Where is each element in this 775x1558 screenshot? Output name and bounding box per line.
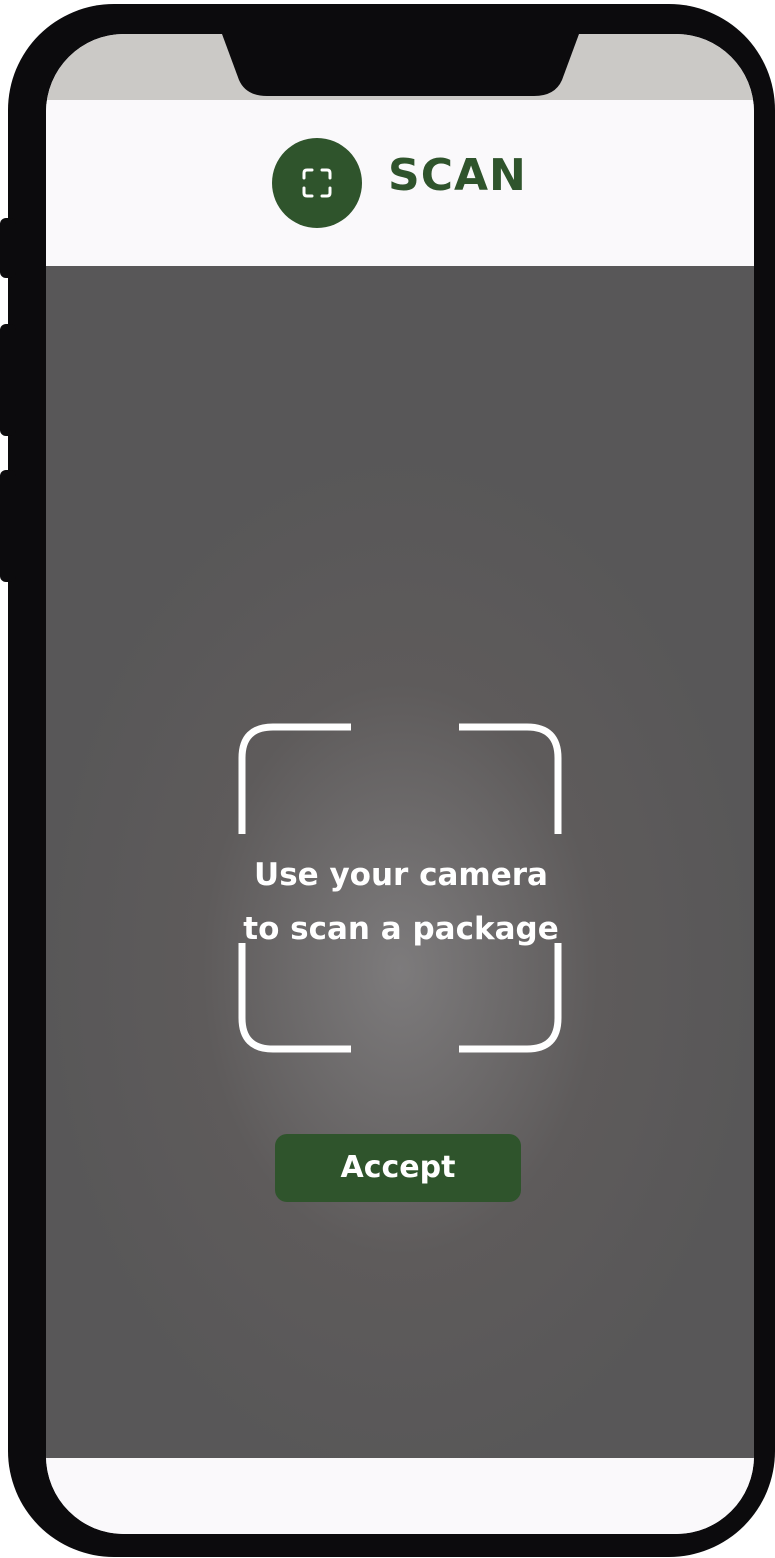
side-button-mute bbox=[0, 218, 16, 278]
frame-corner-top-right bbox=[459, 723, 562, 834]
app-header: SCAN bbox=[46, 100, 754, 266]
frame-corner-bottom-left bbox=[238, 943, 351, 1053]
frame-corner-bottom-right bbox=[459, 943, 562, 1053]
phone-screen: SCAN Use your camera to scan a package A… bbox=[46, 34, 754, 1534]
scan-frame-icon bbox=[302, 168, 332, 198]
scan-logo bbox=[272, 138, 362, 228]
phone-frame: SCAN Use your camera to scan a package A… bbox=[0, 4, 775, 1557]
scan-instructions-line-1: Use your camera bbox=[254, 857, 548, 893]
frame-corner-top-left bbox=[238, 723, 351, 834]
notch bbox=[222, 34, 579, 96]
camera-viewfinder[interactable]: Use your camera to scan a package Accept bbox=[46, 266, 754, 1458]
side-button-volume-up bbox=[0, 324, 16, 436]
scan-instructions: Use your camera to scan a package bbox=[196, 848, 606, 956]
scan-instructions-line-2: to scan a package bbox=[243, 911, 559, 947]
side-button-volume-down bbox=[0, 470, 16, 582]
bottom-bar bbox=[46, 1458, 754, 1534]
page-title: SCAN bbox=[388, 150, 527, 201]
accept-button[interactable]: Accept bbox=[275, 1134, 521, 1202]
